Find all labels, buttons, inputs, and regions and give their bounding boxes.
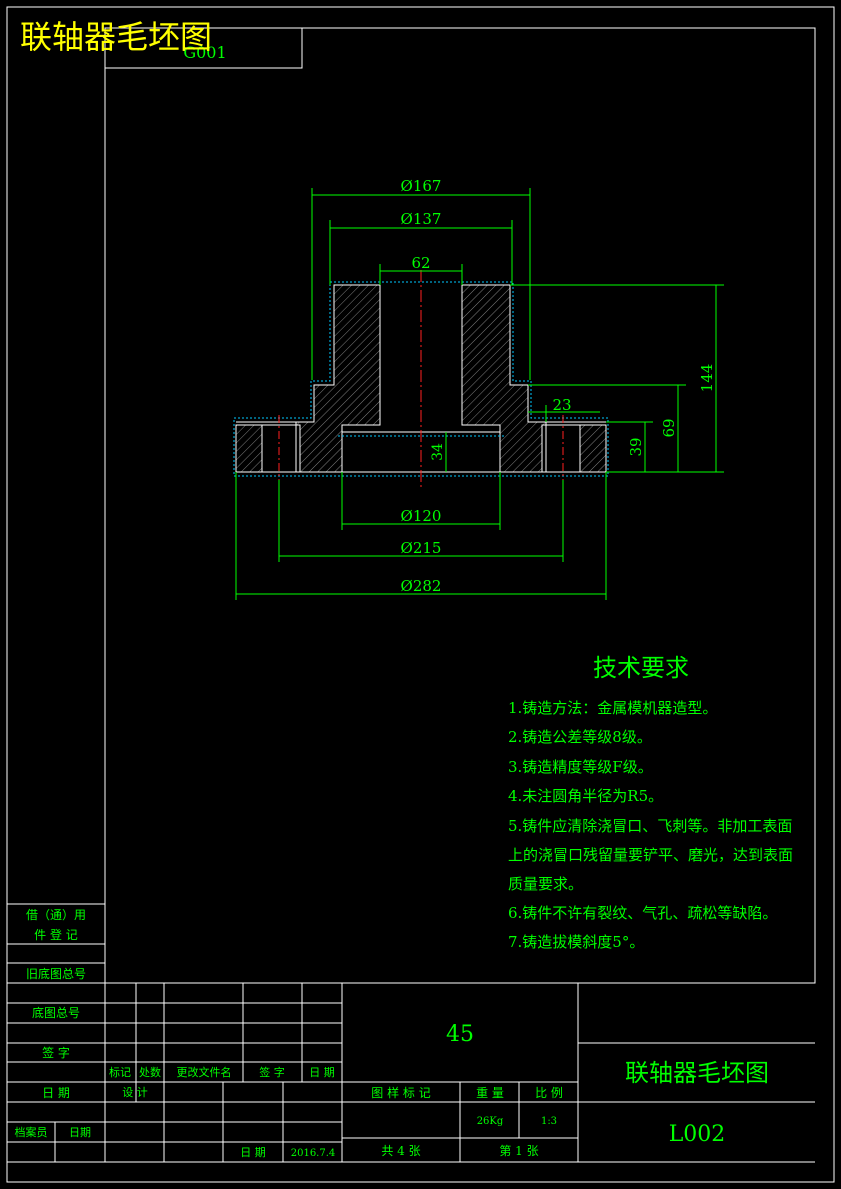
tb-date-value: 2016.7.4 — [291, 1148, 336, 1159]
dim-34: 34 — [430, 443, 446, 461]
tb-weight: 26Kg — [477, 1116, 504, 1127]
tb-scale-label: 比 例 — [535, 1086, 563, 1100]
tb-material: 45 — [446, 1022, 474, 1047]
side-date: 日 期 — [42, 1086, 70, 1100]
side-base-total: 底图总号 — [32, 1005, 80, 1020]
dim-d282: Ø282 — [401, 577, 442, 595]
note-item: 质量要求。 — [508, 875, 583, 893]
dim-23: 23 — [552, 396, 571, 414]
dim-d215: Ø215 — [401, 539, 442, 557]
tb-count: 处数 — [139, 1066, 161, 1079]
tb-drawing-no: L002 — [669, 1122, 726, 1147]
note-item: 4.未注圆角半径为R5。 — [508, 787, 663, 805]
note-item: 6.铸件不许有裂纹、气孔、疏松等缺陷。 — [508, 904, 777, 922]
notes-list: 1.铸造方法：金属模机器造型。 2.铸造公差等级8级。 3.铸造精度等级F级。 … — [508, 699, 793, 951]
dim-d120: Ø120 — [401, 507, 442, 525]
tb-sheet: 第 1 张 — [499, 1144, 538, 1158]
tb-date: 日 期 — [309, 1066, 335, 1079]
side-old-base: 旧底图总号 — [26, 966, 86, 981]
tb-date-label: 日 期 — [240, 1146, 266, 1159]
tb-name: 联轴器毛坯图 — [625, 1059, 769, 1087]
dim-d167: Ø167 — [401, 177, 442, 195]
dim-39: 39 — [627, 437, 645, 456]
side-jianzheng: 件 登 记 — [34, 927, 78, 942]
side-archivist: 档案员 — [15, 1125, 48, 1139]
note-item: 1.铸造方法：金属模机器造型。 — [508, 699, 717, 717]
note-item: 5.铸件应清除浇冒口、飞刺等。非加工表面 — [508, 817, 792, 835]
tb-mark: 标记 — [109, 1065, 131, 1079]
note-item: 2.铸造公差等级8级。 — [508, 728, 652, 746]
dim-69: 69 — [660, 418, 678, 437]
dim-62: 62 — [411, 254, 430, 272]
tb-sign: 签 字 — [259, 1065, 285, 1079]
part-section — [233, 270, 609, 490]
tb-drawing-label: 图 样 标 记 — [371, 1085, 430, 1100]
inner-border — [104, 27, 816, 984]
tb-total: 共 4 张 — [381, 1144, 420, 1158]
side-tongyong: 借（通）用 — [26, 908, 86, 922]
drawing-sheet: G001 联轴器毛坯图 Ø167 Ø137 62 144 69 39 23 34… — [6, 6, 835, 1183]
side-date2: 日期 — [69, 1126, 91, 1139]
side-signature: 签 字 — [42, 1045, 70, 1060]
notes-title: 技术要求 — [593, 654, 689, 682]
tb-change-doc: 更改文件名 — [177, 1065, 232, 1079]
tb-weight-label: 重 量 — [476, 1086, 504, 1100]
tb-design: 设 计 — [122, 1086, 148, 1099]
note-item: 3.铸造精度等级F级。 — [508, 758, 653, 776]
dim-d137: Ø137 — [401, 210, 442, 228]
overlay-title: 联轴器毛坯图 — [20, 18, 212, 56]
note-item: 7.铸造拔模斜度5°。 — [508, 933, 644, 951]
note-item: 上的浇冒口残留量要铲平、磨光，达到表面 — [508, 846, 793, 864]
tb-scale: 1:3 — [541, 1116, 557, 1127]
dim-144: 144 — [698, 364, 716, 393]
